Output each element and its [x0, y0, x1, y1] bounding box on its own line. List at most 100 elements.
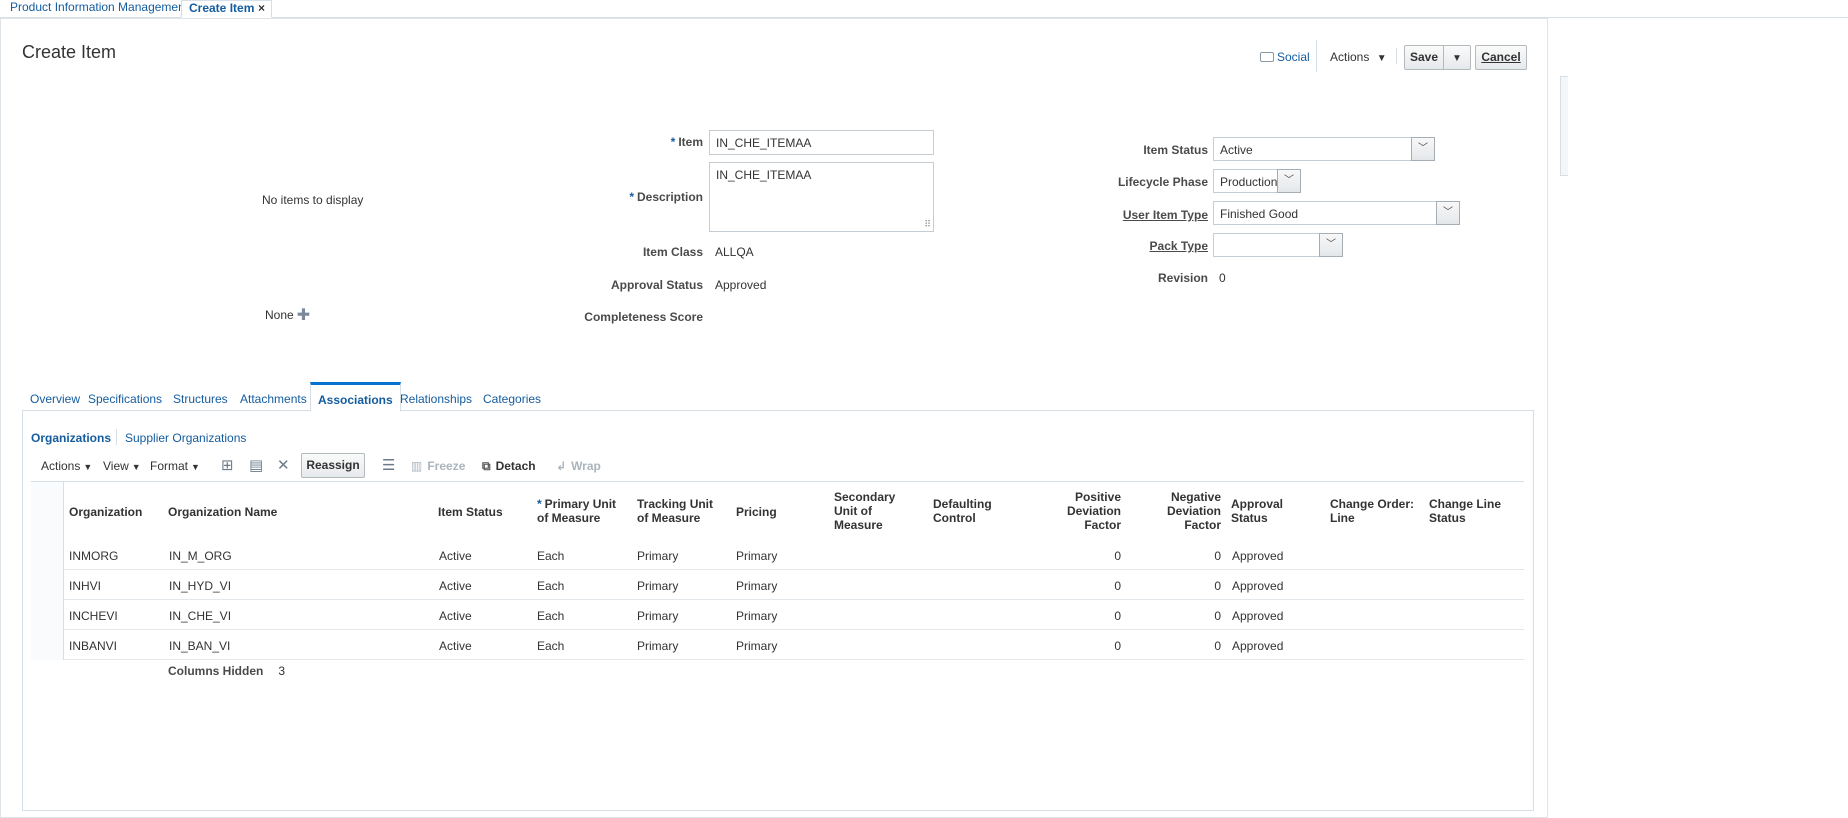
approval-status-value: Approved	[715, 278, 767, 292]
cell-positive-deviation: 0	[1114, 549, 1121, 563]
tab-specifications[interactable]: Specifications	[88, 392, 162, 406]
add-row-icon[interactable]: ⊞	[221, 456, 234, 474]
caret-down-icon: ▼	[1376, 53, 1387, 64]
subtab-supplier-organizations[interactable]: Supplier Organizations	[125, 431, 246, 445]
item-status-label: Item Status	[1143, 143, 1208, 157]
item-class-value: ALLQA	[715, 245, 754, 259]
table-row[interactable]: INMORG IN_M_ORG Active Each Primary Prim…	[31, 540, 1524, 570]
freeze-button[interactable]: ▥ Freeze	[411, 459, 465, 473]
col-organization[interactable]: Organization	[69, 505, 142, 519]
save-button[interactable]: Save	[1404, 45, 1444, 70]
side-panel-tab[interactable]	[1560, 76, 1568, 176]
row-header[interactable]	[31, 570, 64, 600]
col-tracking-uom[interactable]: Tracking Unit of Measure	[637, 497, 713, 525]
item-label: * Item	[670, 135, 703, 149]
table-row[interactable]: INCHEVI IN_CHE_VI Active Each Primary Pr…	[31, 600, 1524, 630]
col-primary-uom[interactable]: * Primary Unit of Measure	[537, 497, 616, 525]
table-header-row: Organization Organization Name Item Stat…	[31, 482, 1524, 540]
reassign-button[interactable]: Reassign	[301, 453, 365, 478]
col-organization-name[interactable]: Organization Name	[168, 505, 277, 519]
item-status-select[interactable]: Active ﹀	[1213, 137, 1435, 161]
cancel-button[interactable]: Cancel	[1475, 45, 1527, 70]
no-items-message: No items to display	[262, 193, 364, 207]
filter-icon[interactable]: ☰	[382, 456, 395, 474]
save-dropdown-button[interactable]: ▼	[1443, 45, 1471, 70]
actions-menu[interactable]: Actions ▼	[1330, 50, 1387, 64]
cell-tracking-uom: Primary	[637, 639, 679, 653]
tab-associations[interactable]: Associations	[310, 382, 401, 412]
cell-approval-status: Approved	[1232, 549, 1284, 563]
tab-relationships[interactable]: Relationships	[400, 392, 472, 406]
table-row[interactable]: INBANVI IN_BAN_VI Active Each Primary Pr…	[31, 630, 1524, 660]
tab-structures[interactable]: Structures	[173, 392, 228, 406]
cell-negative-deviation: 0	[1214, 609, 1221, 623]
col-item-status[interactable]: Item Status	[438, 505, 503, 519]
divider	[1396, 48, 1397, 64]
user-item-type-select[interactable]: Finished Good ﹀	[1213, 201, 1460, 225]
tab-overview[interactable]: Overview	[30, 392, 80, 406]
col-positive-deviation[interactable]: Positive Deviation Factor	[1041, 490, 1121, 532]
col-change-order-line[interactable]: Change Order: Line	[1330, 497, 1414, 525]
freeze-icon: ▥	[411, 459, 423, 473]
top-tab-bar: Product Information Management Create It…	[0, 0, 1848, 18]
row-header[interactable]	[31, 600, 64, 630]
edit-row-icon[interactable]: ▤	[249, 456, 263, 474]
page-title: Create Item	[22, 42, 117, 62]
delete-icon[interactable]: ✕	[277, 456, 290, 474]
tab-create-item-label: Create Item	[189, 1, 255, 15]
item-status-value: Active	[1220, 143, 1253, 157]
caret-down-icon: ▼	[83, 462, 93, 472]
cell-primary-uom: Each	[537, 609, 565, 623]
add-image-link[interactable]: None ✚	[265, 304, 310, 324]
organizations-table: Organization Organization Name Item Stat…	[31, 481, 1524, 660]
detach-button[interactable]: ⧉ Detach	[482, 459, 536, 474]
cell-item-status: Active	[439, 639, 472, 653]
actions-menu[interactable]: Actions ▼	[41, 459, 92, 473]
row-header[interactable]	[31, 540, 64, 570]
required-icon: *	[537, 497, 542, 511]
cell-pricing: Primary	[736, 579, 778, 593]
description-textarea[interactable]: IN_CHE_ITEMAA ⠿	[709, 162, 934, 232]
format-menu[interactable]: Format ▼	[150, 459, 200, 473]
item-input[interactable]	[709, 130, 934, 155]
plus-icon: ✚	[296, 307, 311, 324]
tab-product-information-management[interactable]: Product Information Management	[10, 0, 188, 18]
cell-tracking-uom: Primary	[637, 609, 679, 623]
view-menu[interactable]: View ▼	[103, 459, 141, 473]
tab-categories[interactable]: Categories	[483, 392, 541, 406]
chevron-down-icon[interactable]: ﹀	[1411, 137, 1435, 161]
cell-organization: INHVI	[69, 579, 102, 593]
col-change-line-status[interactable]: Change Line Status	[1429, 497, 1501, 525]
wrap-button[interactable]: ↲ Wrap	[556, 459, 601, 473]
tab-create-item[interactable]: Create Item ×	[181, 0, 272, 18]
resize-handle-icon[interactable]: ⠿	[924, 219, 931, 230]
tab-attachments[interactable]: Attachments	[240, 392, 307, 406]
cell-negative-deviation: 0	[1214, 639, 1221, 653]
chevron-down-icon[interactable]: ﹀	[1277, 169, 1301, 193]
close-icon[interactable]: ×	[258, 1, 265, 15]
subtab-organizations[interactable]: Organizations	[31, 431, 111, 445]
row-header-column	[31, 482, 64, 540]
user-item-type-value: Finished Good	[1220, 207, 1299, 221]
row-header[interactable]	[31, 630, 64, 660]
col-secondary-uom[interactable]: Secondary Unit of Measure	[834, 490, 895, 532]
pack-type-label[interactable]: Pack Type	[1080, 239, 1208, 253]
chevron-down-icon[interactable]: ﹀	[1436, 201, 1460, 225]
col-negative-deviation[interactable]: Negative Deviation Factor	[1141, 490, 1221, 532]
cell-pricing: Primary	[736, 639, 778, 653]
col-approval-status[interactable]: Approval Status	[1231, 497, 1283, 525]
cell-negative-deviation: 0	[1214, 579, 1221, 593]
lifecycle-phase-select[interactable]: Production ﹀	[1213, 169, 1301, 193]
col-pricing[interactable]: Pricing	[736, 505, 777, 519]
table-row[interactable]: INHVI IN_HYD_VI Active Each Primary Prim…	[31, 570, 1524, 600]
cell-organization: INCHEVI	[69, 609, 118, 623]
pack-type-select[interactable]: ﹀	[1213, 233, 1343, 257]
cell-tracking-uom: Primary	[637, 549, 679, 563]
chevron-down-icon[interactable]: ﹀	[1319, 233, 1343, 257]
social-link[interactable]: Social	[1260, 50, 1310, 64]
cell-item-status: Active	[439, 609, 472, 623]
wrap-icon: ↲	[556, 459, 567, 473]
col-defaulting-control[interactable]: Defaulting Control	[933, 497, 992, 525]
user-item-type-label[interactable]: User Item Type	[1080, 208, 1208, 222]
cell-primary-uom: Each	[537, 579, 565, 593]
